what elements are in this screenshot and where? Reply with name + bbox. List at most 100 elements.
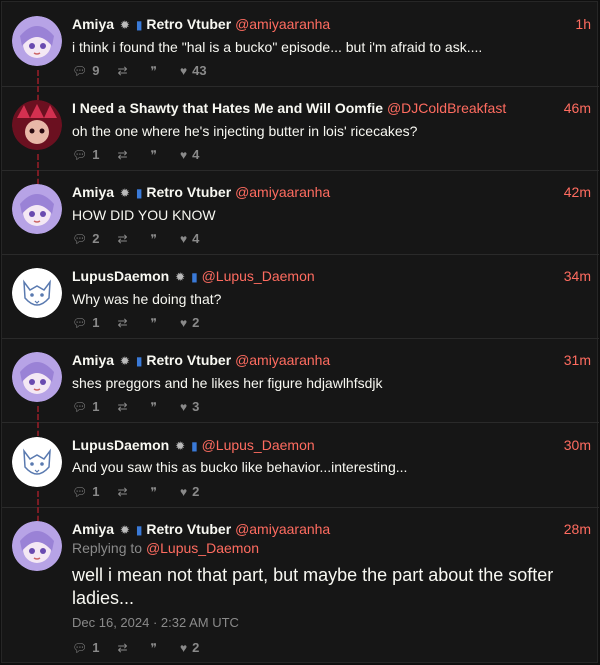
author-name[interactable]: LupusDaemon [72, 437, 169, 453]
reply-button[interactable]: 💬︎ 1 [72, 399, 99, 414]
quote-icon: ❞ [150, 399, 157, 414]
gear-icon: ✹ [119, 354, 130, 368]
spool-icon: ▮ [191, 270, 198, 284]
author-handle[interactable]: @amiyaaranha [235, 184, 330, 200]
retweet-button[interactable]: ⇄ [117, 400, 132, 414]
author-name-suffix[interactable]: Retro Vtuber [146, 352, 231, 368]
author-handle[interactable]: @amiyaaranha [235, 16, 330, 32]
tweet-time[interactable]: 42m [564, 184, 591, 200]
tweet-stats: 💬︎ 1 ⇄ ❞ ♥ 2 [72, 315, 217, 330]
reply-button[interactable]: 💬︎ 2 [72, 231, 99, 246]
quote-button[interactable]: ❞ [151, 232, 162, 246]
avatar[interactable] [12, 521, 62, 571]
author-name[interactable]: Amiya [72, 16, 114, 32]
heart-icon: ♥ [180, 315, 188, 330]
avatar[interactable] [12, 352, 62, 402]
spool-icon: ▮ [135, 186, 143, 200]
author-name[interactable]: LupusDaemon [72, 268, 169, 284]
tweet-text: oh the one where he's injecting butter i… [72, 123, 418, 139]
like-button[interactable]: ♥ 4 [180, 147, 199, 162]
author-handle[interactable]: @amiyaaranha [235, 521, 330, 537]
thread-connector [37, 86, 39, 100]
tweet-stats: 💬︎ 2 ⇄ ❞ ♥ 4 [72, 231, 217, 246]
quote-button[interactable]: ❞ [151, 64, 162, 78]
like-button[interactable]: ♥ 4 [180, 231, 199, 246]
reply-button[interactable]: 💬︎ 9 [72, 63, 99, 78]
comment-icon: 💬︎ [72, 147, 88, 162]
spool-icon: ▮ [135, 523, 143, 537]
comment-icon: 💬︎ [72, 484, 88, 499]
like-button[interactable]: ♥ 2 [180, 640, 199, 655]
tweet-text: And you saw this as bucko like behavior.… [72, 459, 408, 475]
comment-icon: 💬︎ [72, 63, 88, 78]
retweet-button[interactable]: ⇄ [117, 485, 132, 499]
tweet-item[interactable]: Amiya ✹ ▮ Retro Vtuber @amiyaaranha 1h i… [2, 2, 599, 92]
retweet-icon: ⇄ [117, 399, 128, 414]
quote-button[interactable]: ❞ [151, 400, 162, 414]
quote-button[interactable]: ❞ [151, 316, 162, 330]
retweet-button[interactable]: ⇄ [117, 148, 132, 162]
author-name-suffix[interactable]: Retro Vtuber [146, 521, 231, 537]
author-name[interactable]: I Need a Shawty that Hates Me and Will O… [72, 100, 383, 116]
tweet-item[interactable]: LupusDaemon ✹ ▮ @Lupus_Daemon 30m And yo… [2, 422, 599, 513]
tweet-time[interactable]: 30m [564, 437, 591, 453]
avatar[interactable] [12, 16, 62, 66]
tweet-time[interactable]: 34m [564, 268, 591, 284]
tweet-item[interactable]: LupusDaemon ✹ ▮ @Lupus_Daemon 34m Why wa… [2, 254, 599, 338]
tweet-item[interactable]: Amiya ✹ ▮ Retro Vtuber @amiyaaranha 31m … [2, 338, 599, 428]
retweet-button[interactable]: ⇄ [117, 232, 132, 246]
tweet-item[interactable]: I Need a Shawty that Hates Me and Will O… [2, 86, 599, 176]
like-button[interactable]: ♥ 3 [180, 399, 199, 414]
gear-icon: ✹ [175, 270, 186, 284]
author-name[interactable]: Amiya [72, 521, 114, 537]
tweet-stats: 💬︎ 1 ⇄ ❞ ♥ 2 [72, 484, 217, 499]
heart-icon: ♥ [180, 231, 188, 246]
retweet-icon: ⇄ [117, 640, 128, 655]
reply-button[interactable]: 💬︎ 1 [72, 147, 99, 162]
retweet-button[interactable]: ⇄ [117, 316, 132, 330]
replying-handle[interactable]: @Lupus_Daemon [146, 540, 259, 556]
gear-icon: ✹ [175, 439, 186, 453]
author-handle[interactable]: @DJColdBreakfast [387, 100, 506, 116]
quote-icon: ❞ [150, 315, 157, 330]
tweet-time[interactable]: 31m [564, 352, 591, 368]
quote-button[interactable]: ❞ [151, 148, 162, 162]
quote-button[interactable]: ❞ [151, 485, 162, 499]
tweet-time[interactable]: 46m [564, 100, 591, 116]
comment-icon: 💬︎ [72, 399, 88, 414]
avatar[interactable] [12, 268, 62, 318]
avatar[interactable] [12, 100, 62, 150]
like-button[interactable]: ♥ 2 [180, 315, 199, 330]
thread-container: Amiya ✹ ▮ Retro Vtuber @amiyaaranha 1h i… [1, 1, 599, 664]
author-handle[interactable]: @Lupus_Daemon [202, 268, 315, 284]
like-button[interactable]: ♥ 43 [180, 63, 207, 78]
tweet-stats: 💬︎ 1 ⇄ ❞ ♥ 2 [72, 640, 217, 655]
retweet-icon: ⇄ [117, 147, 128, 162]
comment-icon: 💬︎ [72, 231, 88, 246]
author-name[interactable]: Amiya [72, 184, 114, 200]
tweet-time[interactable]: 28m [564, 521, 591, 537]
tweet-date[interactable]: Dec 16, 2024 · 2:32 AM UTC [72, 615, 239, 630]
author-name-suffix[interactable]: Retro Vtuber [146, 16, 231, 32]
avatar[interactable] [12, 437, 62, 487]
avatar[interactable] [12, 184, 62, 234]
gear-icon: ✹ [119, 18, 130, 32]
author-handle[interactable]: @Lupus_Daemon [202, 437, 315, 453]
author-handle[interactable]: @amiyaaranha [235, 352, 330, 368]
tweet-item[interactable]: Amiya ✹ ▮ Retro Vtuber @amiyaaranha 42m … [2, 170, 599, 254]
tweet-time[interactable]: 1h [575, 16, 591, 32]
retweet-button[interactable]: ⇄ [117, 64, 132, 78]
tweet-stats: 💬︎ 9 ⇄ ❞ ♥ 43 [72, 63, 225, 78]
author-name[interactable]: Amiya [72, 352, 114, 368]
reply-button[interactable]: 💬︎ 1 [72, 640, 99, 655]
author-name-suffix[interactable]: Retro Vtuber [146, 184, 231, 200]
reply-button[interactable]: 💬︎ 1 [72, 484, 99, 499]
comment-icon: 💬︎ [72, 640, 88, 655]
main-tweet[interactable]: Amiya ✹ ▮ Retro Vtuber @amiyaaranha 28m … [2, 507, 599, 664]
like-button[interactable]: ♥ 2 [180, 484, 199, 499]
retweet-button[interactable]: ⇄ [117, 641, 132, 655]
quote-button[interactable]: ❞ [151, 641, 162, 655]
retweet-icon: ⇄ [117, 63, 128, 78]
heart-icon: ♥ [180, 63, 188, 78]
reply-button[interactable]: 💬︎ 1 [72, 315, 99, 330]
